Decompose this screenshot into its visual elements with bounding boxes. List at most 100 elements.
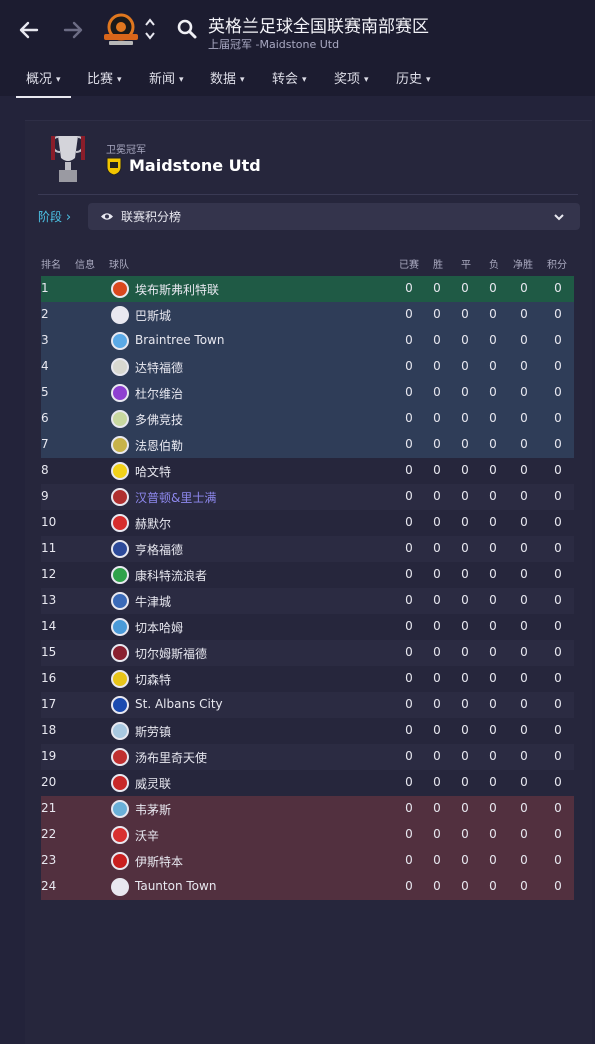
team-name[interactable]: 亨格福德 <box>135 541 183 558</box>
gd-cell: 0 <box>520 827 528 841</box>
won-cell: 0 <box>433 411 441 425</box>
table-row[interactable]: 23 伊斯特本 0 0 0 0 0 0 <box>41 848 574 874</box>
team-name[interactable]: 汤布里奇天使 <box>135 749 207 766</box>
table-row[interactable]: 20 威灵联 0 0 0 0 0 0 <box>41 770 574 796</box>
won-cell: 0 <box>433 489 441 503</box>
team-name[interactable]: 牛津城 <box>135 593 171 610</box>
team-name[interactable]: 沃辛 <box>135 827 159 844</box>
team-crest-icon <box>111 306 129 324</box>
col-drawn[interactable]: 平 <box>461 256 471 271</box>
won-cell: 0 <box>433 671 441 685</box>
search-icon[interactable] <box>176 18 198 40</box>
gd-cell: 0 <box>520 411 528 425</box>
team-name[interactable]: 韦茅斯 <box>135 801 171 818</box>
table-row[interactable]: 9 汉普顿&里士满 0 0 0 0 0 0 <box>41 484 574 510</box>
table-row[interactable]: 5 杜尔维治 0 0 0 0 0 0 <box>41 380 574 406</box>
table-row[interactable]: 19 汤布里奇天使 0 0 0 0 0 0 <box>41 744 574 770</box>
eye-icon <box>101 213 113 220</box>
table-row[interactable]: 15 切尔姆斯福德 0 0 0 0 0 0 <box>41 640 574 666</box>
table-row[interactable]: 6 多佛竞技 0 0 0 0 0 0 <box>41 406 574 432</box>
team-name[interactable]: 赫默尔 <box>135 515 171 532</box>
table-row[interactable]: 3 Braintree Town 0 0 0 0 0 0 <box>41 328 574 354</box>
team-name[interactable]: 斯劳镇 <box>135 723 171 740</box>
team-crest-icon <box>111 722 129 740</box>
menu-stats[interactable]: 数据 ▾ <box>210 64 245 96</box>
table-row[interactable]: 2 巴斯城 0 0 0 0 0 0 <box>41 302 574 328</box>
menu-overview[interactable]: 概况 ▾ <box>16 64 71 98</box>
points-cell: 0 <box>554 879 562 893</box>
team-name[interactable]: 汉普顿&里士满 <box>135 489 216 506</box>
table-row[interactable]: 21 韦茅斯 0 0 0 0 0 0 <box>41 796 574 822</box>
team-name[interactable]: 威灵联 <box>135 775 171 792</box>
menu-news[interactable]: 新闻 ▾ <box>149 64 184 96</box>
team-name[interactable]: 杜尔维治 <box>135 385 183 402</box>
won-cell: 0 <box>433 541 441 555</box>
team-name[interactable]: 多佛竞技 <box>135 411 183 428</box>
gd-cell: 0 <box>520 593 528 607</box>
played-cell: 0 <box>405 307 413 321</box>
col-gd[interactable]: 净胜 <box>513 256 533 271</box>
won-cell: 0 <box>433 515 441 529</box>
table-row[interactable]: 13 牛津城 0 0 0 0 0 0 <box>41 588 574 614</box>
menu-transfers[interactable]: 转会 ▾ <box>272 64 307 96</box>
lost-cell: 0 <box>489 619 497 633</box>
col-pos[interactable]: 排名 <box>41 256 61 271</box>
won-cell: 0 <box>433 827 441 841</box>
table-row[interactable]: 18 斯劳镇 0 0 0 0 0 0 <box>41 718 574 744</box>
col-lost[interactable]: 负 <box>489 256 499 271</box>
table-row[interactable]: 7 法恩伯勒 0 0 0 0 0 0 <box>41 432 574 458</box>
menu-history[interactable]: 历史 ▾ <box>396 64 431 96</box>
stage-dropdown[interactable]: 联赛积分榜 <box>88 203 580 230</box>
team-name[interactable]: 埃布斯弗利特联 <box>135 281 219 298</box>
lost-cell: 0 <box>489 853 497 867</box>
position-cell: 5 <box>41 385 49 399</box>
league-switch-stepper[interactable] <box>143 14 157 44</box>
played-cell: 0 <box>405 333 413 347</box>
points-cell: 0 <box>554 619 562 633</box>
table-row[interactable]: 17 St. Albans City 0 0 0 0 0 0 <box>41 692 574 718</box>
team-name[interactable]: 切本哈姆 <box>135 619 183 636</box>
league-logo[interactable] <box>101 10 141 50</box>
table-row[interactable]: 11 亨格福德 0 0 0 0 0 0 <box>41 536 574 562</box>
holder-club-name[interactable]: Maidstone Utd <box>129 156 261 175</box>
table-row[interactable]: 1 埃布斯弗利特联 0 0 0 0 0 0 <box>41 276 574 302</box>
won-cell: 0 <box>433 437 441 451</box>
col-info[interactable]: 信息 <box>75 256 95 271</box>
drawn-cell: 0 <box>461 801 469 815</box>
chevron-down-icon <box>554 214 564 221</box>
table-row[interactable]: 12 康科特流浪者 0 0 0 0 0 0 <box>41 562 574 588</box>
table-row[interactable]: 16 切森特 0 0 0 0 0 0 <box>41 666 574 692</box>
table-row[interactable]: 10 赫默尔 0 0 0 0 0 0 <box>41 510 574 536</box>
played-cell: 0 <box>405 749 413 763</box>
menu-awards[interactable]: 奖项 ▾ <box>334 64 369 96</box>
team-name[interactable]: 达特福德 <box>135 359 183 376</box>
menu-matches[interactable]: 比赛 ▾ <box>87 64 122 96</box>
col-played[interactable]: 已赛 <box>399 256 419 271</box>
table-row[interactable]: 4 达特福德 0 0 0 0 0 0 <box>41 354 574 380</box>
stage-link[interactable]: 阶段 › <box>38 208 71 225</box>
team-name[interactable]: 哈文特 <box>135 463 171 480</box>
col-won[interactable]: 胜 <box>433 256 443 271</box>
team-name[interactable]: Taunton Town <box>135 879 216 893</box>
team-name[interactable]: 切森特 <box>135 671 171 688</box>
drawn-cell: 0 <box>461 697 469 711</box>
divider <box>38 194 578 195</box>
team-name[interactable]: 巴斯城 <box>135 307 171 324</box>
back-arrow-icon[interactable] <box>15 16 43 44</box>
forward-arrow-icon[interactable] <box>59 16 87 44</box>
col-pts[interactable]: 积分 <box>547 256 567 271</box>
points-cell: 0 <box>554 723 562 737</box>
team-name[interactable]: Braintree Town <box>135 333 224 347</box>
team-name[interactable]: 伊斯特本 <box>135 853 183 870</box>
table-row[interactable]: 8 哈文特 0 0 0 0 0 0 <box>41 458 574 484</box>
team-name[interactable]: St. Albans City <box>135 697 223 711</box>
team-name[interactable]: 康科特流浪者 <box>135 567 207 584</box>
points-cell: 0 <box>554 385 562 399</box>
team-name[interactable]: 切尔姆斯福德 <box>135 645 207 662</box>
col-team[interactable]: 球队 <box>109 256 129 271</box>
table-row[interactable]: 14 切本哈姆 0 0 0 0 0 0 <box>41 614 574 640</box>
drawn-cell: 0 <box>461 437 469 451</box>
table-row[interactable]: 24 Taunton Town 0 0 0 0 0 0 <box>41 874 574 900</box>
team-name[interactable]: 法恩伯勒 <box>135 437 183 454</box>
table-row[interactable]: 22 沃辛 0 0 0 0 0 0 <box>41 822 574 848</box>
